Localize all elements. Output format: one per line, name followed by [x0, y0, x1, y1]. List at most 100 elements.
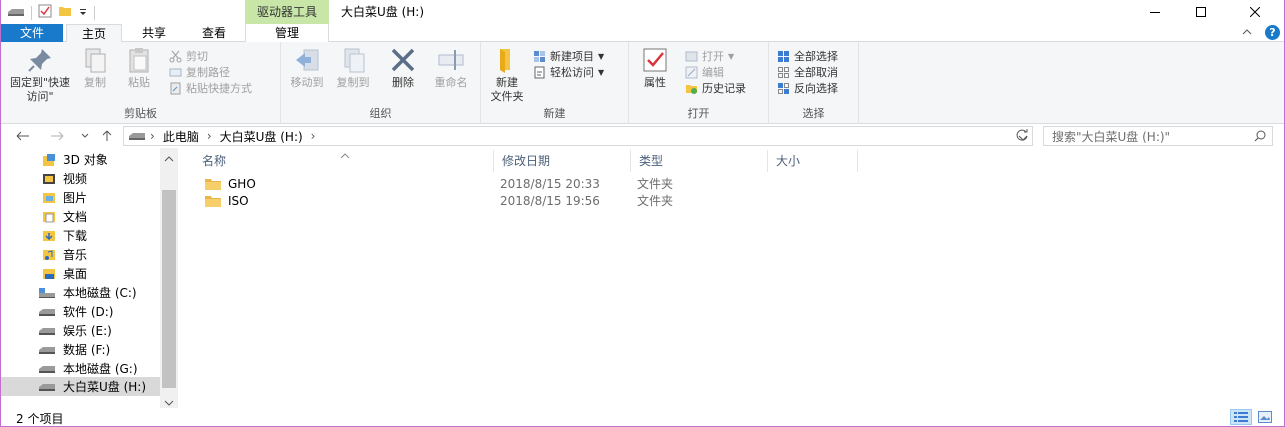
rename-button[interactable]: 重命名 [429, 46, 473, 90]
nav-item-documents[interactable]: 文档 [1, 207, 160, 226]
status-bar: 2 个项目 [1, 408, 1284, 426]
nav-item-label: 娱乐 (E:) [63, 324, 112, 338]
desktop-icon [41, 267, 57, 281]
new-folder-qat-icon[interactable] [58, 4, 72, 21]
address-bar[interactable]: › 此电脑 › 大白菜U盘 (H:) › [123, 126, 1033, 146]
nav-item-videos[interactable]: 视频 [1, 169, 160, 188]
tab-manage[interactable]: 管理 [245, 24, 329, 42]
organize-group: 移动到 复制到 删除 重命名 组织 [281, 42, 481, 124]
nav-item-drive-f[interactable]: 数据 (F:) [1, 340, 160, 359]
file-type: 文件夹 [637, 194, 674, 208]
select-group: 全部选择 全部取消 反向选择 选择 [769, 42, 859, 124]
history-button[interactable]: 历史记录 [685, 80, 746, 96]
properties-label: 属性 [644, 76, 666, 89]
properties-qat-icon[interactable] [38, 4, 52, 21]
new-folder-button[interactable]: 新建 文件夹 [485, 46, 529, 104]
maximize-button[interactable] [1178, 0, 1224, 24]
column-header-name[interactable]: 名称 [194, 150, 494, 172]
minimize-button[interactable] [1132, 0, 1178, 24]
chevron-down-icon [81, 133, 89, 138]
scroll-up-icon[interactable] [164, 152, 174, 166]
copy-label: 复制 [84, 76, 106, 89]
nav-item-desktop[interactable]: 桌面 [1, 264, 160, 283]
column-header-modified[interactable]: 修改日期 [494, 150, 631, 172]
easy-access-button[interactable]: 轻松访问 ▼ [533, 64, 604, 80]
forward-button[interactable] [47, 127, 67, 145]
new-item-button[interactable]: 新建项目 ▼ [533, 48, 604, 64]
qat-separator [31, 5, 32, 20]
scrollbar-thumb[interactable] [162, 190, 176, 388]
breadcrumb-current-drive[interactable]: 大白菜U盘 (H:) [220, 128, 303, 145]
rename-icon [438, 50, 464, 70]
nav-item-3d-objects[interactable]: 3D 对象 [1, 150, 160, 169]
close-button[interactable] [1232, 0, 1278, 24]
nav-item-label: 大白菜U盘 (H:) [63, 380, 147, 394]
address-row: › 此电脑 › 大白菜U盘 (H:) › 搜索"大白菜U盘 (H:)" [1, 124, 1284, 148]
nav-item-music[interactable]: 音乐 [1, 245, 160, 264]
clipboard-group: 固定到"快速访问" 复制 粘贴 剪切 复制路径 粘贴快捷方式 剪贴板 [1, 42, 281, 124]
nav-item-label: 数据 (F:) [63, 343, 111, 357]
nav-item-label: 桌面 [63, 267, 88, 281]
breadcrumb-this-pc[interactable]: 此电脑 [163, 128, 199, 145]
nav-item-drive-h[interactable]: 大白菜U盘 (H:) [1, 377, 160, 396]
select-none-button[interactable]: 全部取消 [777, 64, 838, 80]
file-modified: 2018/8/15 19:56 [500, 194, 600, 208]
pin-label: 固定到"快速访问" [9, 76, 71, 103]
tab-view[interactable]: 查看 [186, 24, 242, 42]
music-icon [41, 248, 57, 262]
column-header-type[interactable]: 类型 [631, 150, 768, 172]
tab-home[interactable]: 主页 [66, 24, 122, 43]
nav-item-drive-e[interactable]: 娱乐 (E:) [1, 321, 160, 340]
paste-button[interactable]: 粘贴 [121, 46, 157, 90]
nav-scrollbar[interactable] [160, 148, 178, 408]
copy-to-button[interactable]: 复制到 [331, 46, 375, 90]
back-arrow-icon [16, 131, 29, 141]
move-to-button[interactable]: 移动到 [285, 46, 329, 90]
collapse-ribbon-icon[interactable] [1241, 26, 1253, 41]
file-list: 名称 修改日期 类型 大小 GHO 2018/8/15 20:33 文件夹 IS… [180, 148, 1284, 408]
file-row[interactable]: ISO 2018/8/15 19:56 文件夹 [202, 193, 872, 210]
customize-qat-icon[interactable] [78, 6, 88, 20]
details-view-icon [1234, 412, 1248, 422]
refresh-button[interactable] [1015, 128, 1029, 145]
properties-button[interactable]: 属性 [635, 46, 675, 90]
copy-to-icon [344, 48, 365, 73]
paste-shortcut-button[interactable]: 粘贴快捷方式 [169, 80, 252, 96]
back-button[interactable] [13, 127, 33, 145]
item-count: 2 个项目 [16, 412, 64, 426]
delete-x-icon [391, 48, 415, 72]
invert-selection-button[interactable]: 反向选择 [777, 80, 838, 96]
nav-item-drive-c[interactable]: 本地磁盘 (C:) [1, 283, 160, 302]
tab-share[interactable]: 共享 [125, 24, 183, 42]
file-row[interactable]: GHO 2018/8/15 20:33 文件夹 [202, 176, 872, 193]
copy-path-button[interactable]: 复制路径 [169, 64, 230, 80]
open-icon [685, 51, 698, 61]
nav-item-label: 软件 (D:) [63, 305, 114, 319]
help-icon[interactable]: ? [1265, 25, 1280, 40]
nav-item-drive-g[interactable]: 本地磁盘 (G:) [1, 359, 160, 378]
recent-locations-button[interactable] [75, 127, 95, 145]
up-button[interactable] [97, 127, 117, 145]
file-name: GHO [228, 177, 256, 191]
copy-button[interactable]: 复制 [77, 46, 113, 90]
paste-icon [129, 48, 149, 73]
nav-item-drive-d[interactable]: 软件 (D:) [1, 302, 160, 321]
column-header-size[interactable]: 大小 [768, 150, 858, 172]
dropdown-arrow-icon: ▼ [598, 67, 605, 77]
tab-file[interactable]: 文件 [1, 24, 63, 42]
folder-icon [204, 177, 222, 194]
pin-to-quick-access-button[interactable]: 固定到"快速访问" [7, 46, 73, 104]
nav-item-downloads[interactable]: 下载 [1, 226, 160, 245]
usb-drive-icon [37, 380, 57, 394]
select-all-button[interactable]: 全部选择 [777, 48, 838, 64]
details-view-button[interactable] [1230, 409, 1252, 425]
delete-button[interactable]: 删除 [385, 46, 421, 90]
nav-item-pictures[interactable]: 图片 [1, 188, 160, 207]
open-button[interactable]: 打开 ▼ [685, 48, 734, 64]
history-label: 历史记录 [702, 82, 746, 95]
cut-button[interactable]: 剪切 [169, 48, 208, 64]
edit-button[interactable]: 编辑 [685, 64, 724, 80]
search-input[interactable]: 搜索"大白菜U盘 (H:)" [1043, 126, 1273, 146]
cut-label: 剪切 [186, 50, 208, 63]
large-icons-view-button[interactable] [1254, 409, 1276, 425]
